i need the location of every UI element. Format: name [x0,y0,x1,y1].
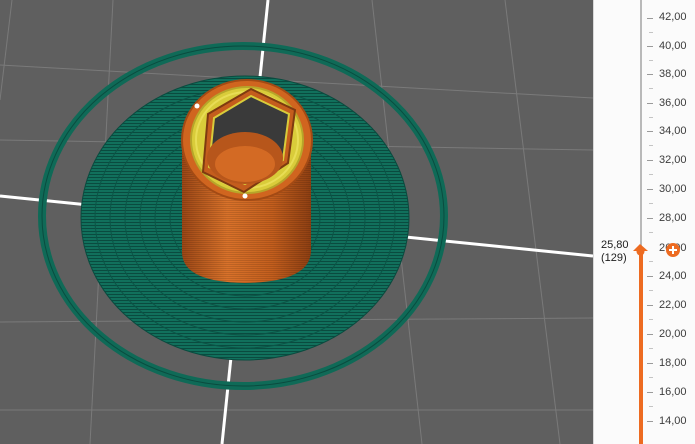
tick-label: 14,00 [659,415,687,427]
current-layer-readout: 25,80 (129) [601,239,629,265]
tick-mark [647,363,653,364]
tick-label: 18,00 [659,357,687,369]
tick-mark [647,189,653,190]
tick-mark [647,334,653,335]
seam-marker [194,103,200,109]
layer-slider-thumb[interactable] [632,243,649,260]
printed-object[interactable] [181,79,313,283]
tick-mark [647,392,653,393]
tick-mark [647,160,653,161]
minor-tick [649,348,653,349]
minor-tick [649,406,653,407]
tick-mark [647,276,653,277]
layer-slider-panel: 42,00 40,00 38,00 36,00 34,00 32,00 30,0… [593,0,695,444]
current-layer-label: (129) [601,252,627,264]
minor-tick [649,232,653,233]
tick-label: 30,00 [659,183,687,195]
layer-slider-fill [639,250,643,444]
tick-label: 20,00 [659,328,687,340]
minor-tick [649,145,653,146]
tick-label: 38,00 [659,68,687,80]
tick-mark [647,18,653,19]
tick-label: 16,00 [659,386,687,398]
tick-label: 34,00 [659,125,687,137]
tick-mark [647,305,653,306]
tick-label: 42,00 [659,11,687,23]
tick-mark [647,103,653,104]
tick-mark [647,74,653,75]
add-pause-button[interactable] [666,243,680,257]
tick-mark [647,46,653,47]
minor-tick [649,174,653,175]
minor-tick [649,60,653,61]
minor-tick [649,261,653,262]
tick-label: 40,00 [659,40,687,52]
tick-label: 24,00 [659,270,687,282]
current-height-label: 25,80 [601,239,629,251]
tick-label: 32,00 [659,154,687,166]
minor-tick [649,319,653,320]
minor-tick [649,290,653,291]
minor-tick [649,203,653,204]
preview-scene [0,0,593,444]
minor-tick [649,32,653,33]
minor-tick [649,88,653,89]
tick-mark [647,421,653,422]
minor-tick [649,377,653,378]
tick-label: 22,00 [659,299,687,311]
seam-marker [242,193,248,199]
tick-mark [647,218,653,219]
minor-tick [649,117,653,118]
tick-label: 28,00 [659,212,687,224]
3d-preview-viewport[interactable] [0,0,593,444]
tick-label: 36,00 [659,97,687,109]
tick-mark [647,131,653,132]
